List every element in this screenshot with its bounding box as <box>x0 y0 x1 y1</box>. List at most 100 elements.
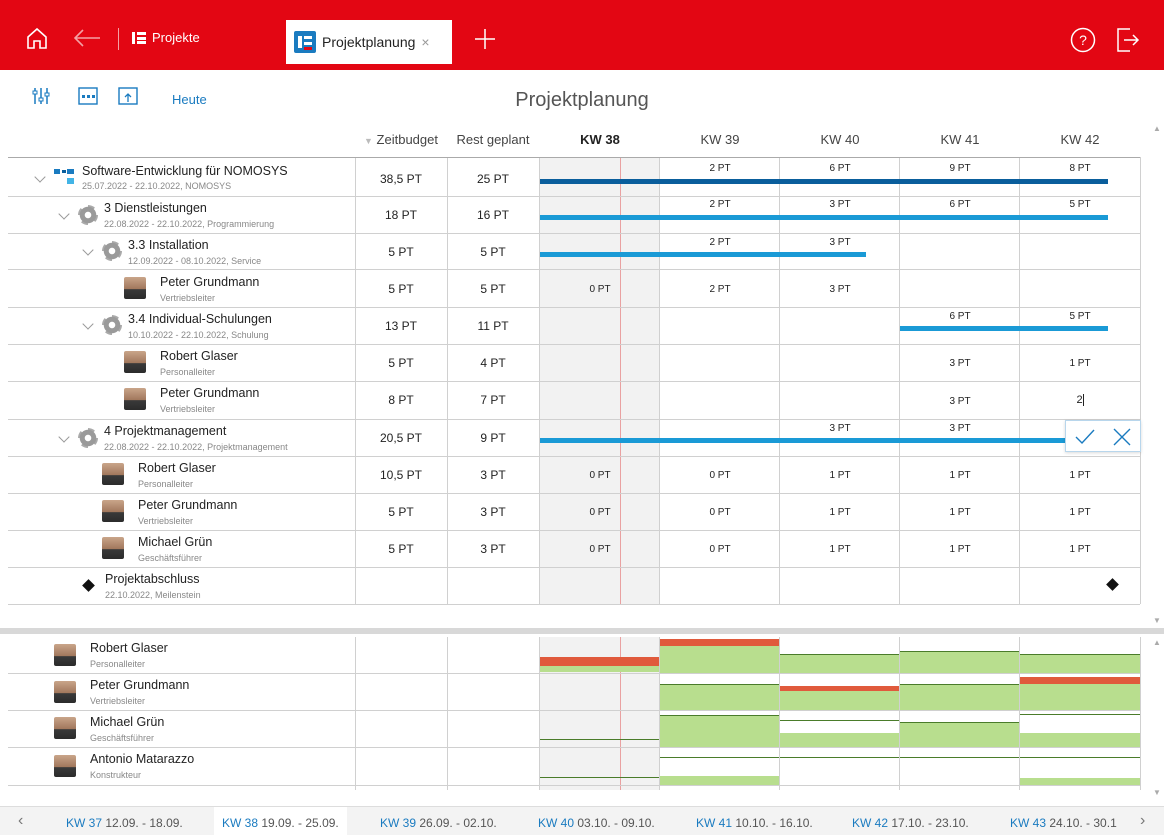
week-cell[interactable]: 3 PT <box>780 237 900 248</box>
week-cell[interactable]: 1 PT <box>780 544 900 555</box>
scroll-up-icon[interactable]: ▲ <box>1150 124 1164 133</box>
week-nav-item[interactable]: KW 42 17.10. - 23.10. <box>852 816 969 830</box>
row-name[interactable]: Software-Entwicklung für NOMOSYS <box>82 164 288 178</box>
tab-projekte[interactable]: Projekte <box>132 30 200 45</box>
svg-text:?: ? <box>1079 32 1087 48</box>
week-cell[interactable]: 1 PT <box>1020 358 1140 369</box>
row-name[interactable]: 3.3 Installation <box>128 238 209 252</box>
col-kw39: KW 39 <box>700 132 740 147</box>
week-cell[interactable]: 0 PT <box>540 544 660 555</box>
col-rest[interactable]: Rest geplant <box>448 132 538 156</box>
week-cell[interactable]: 5 PT <box>1020 311 1140 322</box>
cancel-icon[interactable] <box>1112 427 1132 447</box>
week-cell[interactable]: 1 PT <box>900 544 1020 555</box>
row-name[interactable]: 4 Projektmanagement <box>104 424 226 438</box>
week-cell[interactable]: 0 PT <box>660 470 780 481</box>
budget-cell: 18 PT <box>384 208 417 222</box>
avatar <box>102 463 124 485</box>
row-name[interactable]: Projektabschluss <box>105 572 200 586</box>
chevron-right-icon[interactable]: › <box>1140 812 1145 830</box>
week-nav-item[interactable]: KW 40 03.10. - 09.10. <box>538 816 655 830</box>
week-cell[interactable]: 3 PT <box>900 358 1020 369</box>
week-cell[interactable]: 3 PT <box>780 284 900 295</box>
week-cell[interactable]: 1 PT <box>1020 544 1140 555</box>
col-zeitbudget[interactable]: ▼ Zeitbudget <box>356 132 446 156</box>
pane-splitter[interactable] <box>0 628 1164 634</box>
week-cell[interactable]: 2 PT <box>660 237 780 248</box>
week-cell[interactable]: 2 PT <box>660 199 780 210</box>
scroll-down-icon[interactable]: ▼ <box>1150 616 1164 625</box>
week-cell[interactable]: 2 PT <box>660 163 780 174</box>
week-cell[interactable]: 6 PT <box>780 163 900 174</box>
chevron-left-icon[interactable]: ‹ <box>18 812 23 830</box>
row-name[interactable]: Robert Glaser <box>160 349 238 363</box>
gear-icon <box>102 241 122 261</box>
arrow-left-icon[interactable] <box>72 28 102 48</box>
week-cell[interactable]: 0 PT <box>540 470 660 481</box>
week-cell[interactable]: 5 PT <box>1020 199 1140 210</box>
week-cell[interactable]: 3 PT <box>780 199 900 210</box>
row-name[interactable]: Peter Grundmann <box>138 498 237 512</box>
week-cell[interactable]: 1 PT <box>900 507 1020 518</box>
row-name[interactable]: Peter Grundmann <box>160 275 259 289</box>
resource-role: Geschäftsführer <box>90 733 155 743</box>
resource-name[interactable]: Michael Grün <box>90 715 164 729</box>
col-kw41: KW 41 <box>940 132 980 147</box>
week-cell[interactable]: 3 PT <box>900 423 1020 434</box>
week-cell[interactable]: 3 PT <box>900 396 1020 407</box>
week-cell[interactable]: 0 PT <box>540 284 660 295</box>
row-name[interactable]: 3 Dienstleistungen <box>104 201 207 215</box>
week-nav-item[interactable]: KW 39 26.09. - 02.10. <box>380 816 497 830</box>
week-cell[interactable]: 3 PT <box>780 423 900 434</box>
week-cell[interactable]: 1 PT <box>1020 507 1140 518</box>
gantt-bar[interactable] <box>540 215 1108 220</box>
week-cell[interactable]: 1 PT <box>780 507 900 518</box>
gear-icon <box>78 428 98 448</box>
week-cell[interactable]: 1 PT <box>900 470 1020 481</box>
gantt-bar[interactable] <box>900 326 1108 331</box>
logout-icon[interactable] <box>1116 27 1140 53</box>
milestone-marker[interactable] <box>1106 578 1119 591</box>
scroll-down-icon-lower[interactable]: ▼ <box>1150 788 1164 797</box>
scroll-up-icon-lower[interactable]: ▲ <box>1150 638 1164 647</box>
gantt-bar[interactable] <box>540 179 1108 184</box>
week-cell[interactable]: 0 PT <box>660 544 780 555</box>
week-cell[interactable]: 1 PT <box>1020 470 1140 481</box>
week-nav-item[interactable]: KW 41 10.10. - 16.10. <box>696 816 813 830</box>
rest-cell: 5 PT <box>480 282 506 296</box>
row-name[interactable]: 3.4 Individual-Schulungen <box>128 312 272 326</box>
row-name[interactable]: Michael Grün <box>138 535 212 549</box>
row-name[interactable]: Peter Grundmann <box>160 386 259 400</box>
rest-cell: 3 PT <box>480 468 506 482</box>
resource-name[interactable]: Robert Glaser <box>90 641 168 655</box>
avatar <box>124 277 146 299</box>
week-cell[interactable]: 6 PT <box>900 199 1020 210</box>
confirm-icon[interactable] <box>1074 428 1096 446</box>
row-name[interactable]: Robert Glaser <box>138 461 216 475</box>
gantt-bar[interactable] <box>540 438 1070 443</box>
tab-projektplanung[interactable]: Projektplanung × <box>286 20 452 64</box>
row-sub: 22.08.2022 - 22.10.2022, Projektmanageme… <box>104 442 288 452</box>
week-nav-item[interactable]: KW 37 12.09. - 18.09. <box>66 816 183 830</box>
inline-edit-actions <box>1065 420 1141 452</box>
week-nav-item[interactable]: KW 43 24.10. - 30.1 <box>1010 816 1117 830</box>
plus-icon[interactable] <box>474 28 496 50</box>
week-cell[interactable]: 0 PT <box>660 507 780 518</box>
resource-name[interactable]: Peter Grundmann <box>90 678 189 692</box>
week-cell[interactable]: 1 PT <box>780 470 900 481</box>
week-cell[interactable]: 0 PT <box>540 507 660 518</box>
week-nav-item-active[interactable]: KW 38 19.09. - 25.09. <box>214 807 347 835</box>
budget-cell: 8 PT <box>388 393 414 407</box>
week-input[interactable]: 2 <box>1020 394 1140 407</box>
gantt-bar[interactable] <box>540 252 866 257</box>
resource-name[interactable]: Antonio Matarazzo <box>90 752 194 766</box>
help-icon[interactable]: ? <box>1070 27 1096 53</box>
week-cell[interactable]: 9 PT <box>900 163 1020 174</box>
tab-close-icon[interactable]: × <box>421 34 429 50</box>
week-cell[interactable]: 2 PT <box>660 284 780 295</box>
week-cell[interactable]: 6 PT <box>900 311 1020 322</box>
home-icon[interactable] <box>26 26 48 50</box>
rest-cell: 3 PT <box>480 505 506 519</box>
budget-cell: 38,5 PT <box>379 172 423 186</box>
week-cell[interactable]: 8 PT <box>1020 163 1140 174</box>
